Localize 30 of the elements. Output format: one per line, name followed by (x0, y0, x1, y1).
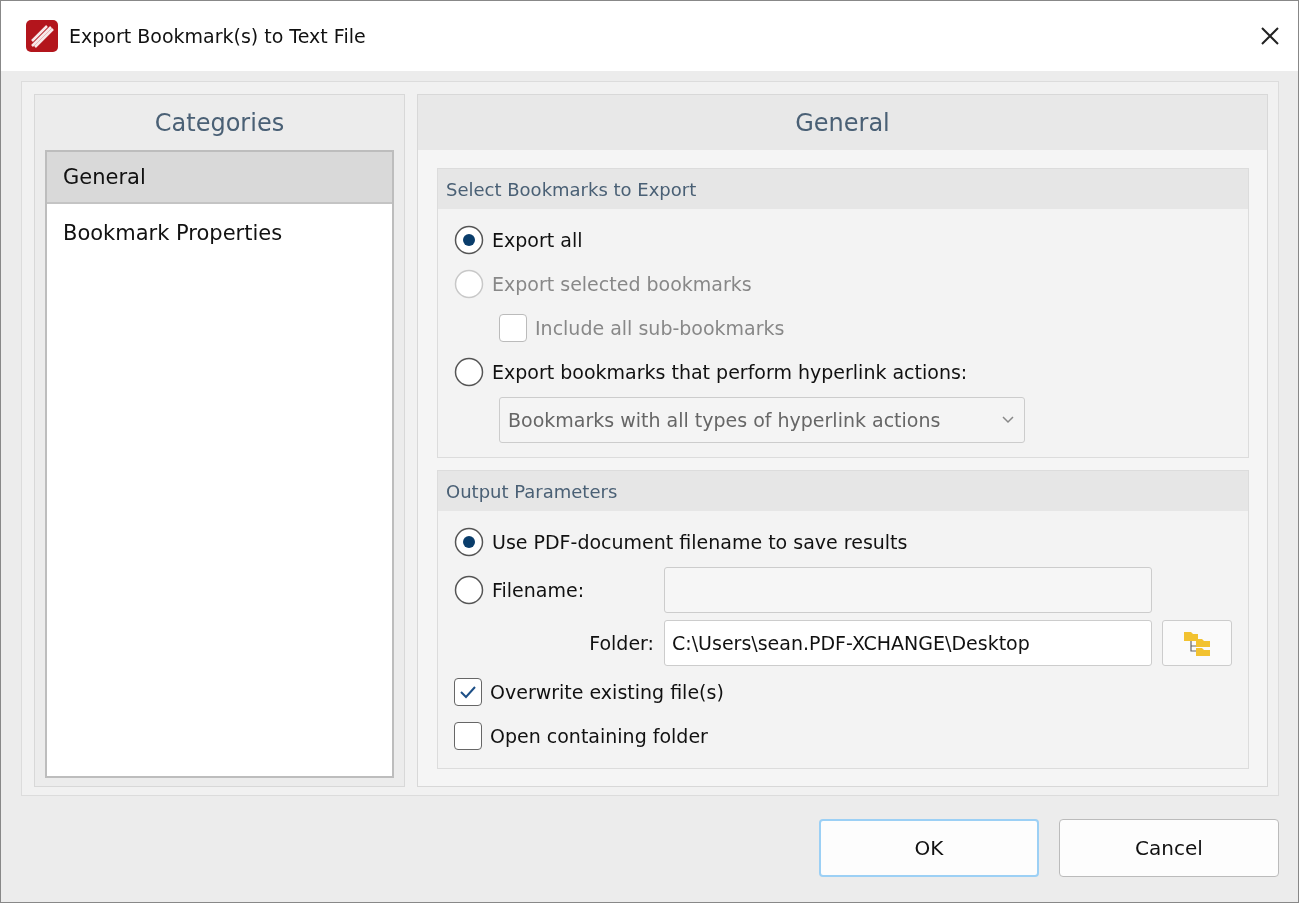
option-label: Open containing folder (490, 724, 708, 747)
option-label: Overwrite existing file(s) (490, 680, 724, 703)
categories-header: Categories (153, 107, 286, 139)
option-label: Use PDF-document filename to save results (492, 530, 908, 553)
dialog-button[interactable]: Cancel (1059, 819, 1279, 877)
folder-tree-icon (1182, 629, 1212, 657)
radio-button[interactable] (454, 575, 484, 605)
option-label: Include all sub-bookmarks (535, 316, 785, 339)
option-label: Filename: (492, 579, 585, 601)
radio-button[interactable] (454, 526, 484, 557)
checkbox[interactable] (454, 677, 482, 706)
option-label: Export all (492, 228, 583, 251)
filename-field[interactable] (664, 567, 1152, 613)
checkmark-icon (459, 684, 477, 699)
radio-button[interactable] (454, 356, 484, 387)
dialog-button[interactable]: OK (819, 819, 1039, 877)
option-label: Export bookmarks that perform hyperlink actions: (492, 360, 968, 383)
checkbox[interactable] (454, 721, 482, 750)
option-label: Export selected bookmarks (492, 272, 752, 295)
radio-button[interactable] (454, 224, 484, 255)
panel-header: General (418, 95, 1267, 150)
folder-label: Folder: (589, 632, 654, 654)
chevron-down-icon (1002, 416, 1014, 424)
group-header: Select Bookmarks to Export (438, 169, 1248, 209)
app-logo-icon (25, 19, 59, 53)
group-header: Output Parameters (438, 471, 1248, 511)
folder-field[interactable]: C:\Users\sean.PDF-XCHANGE\Desktop (664, 620, 1152, 666)
category-item[interactable]: Bookmark Properties (47, 204, 392, 262)
category-item[interactable]: General (47, 152, 392, 204)
window-title: Export Bookmark(s) to Text File (69, 25, 367, 47)
